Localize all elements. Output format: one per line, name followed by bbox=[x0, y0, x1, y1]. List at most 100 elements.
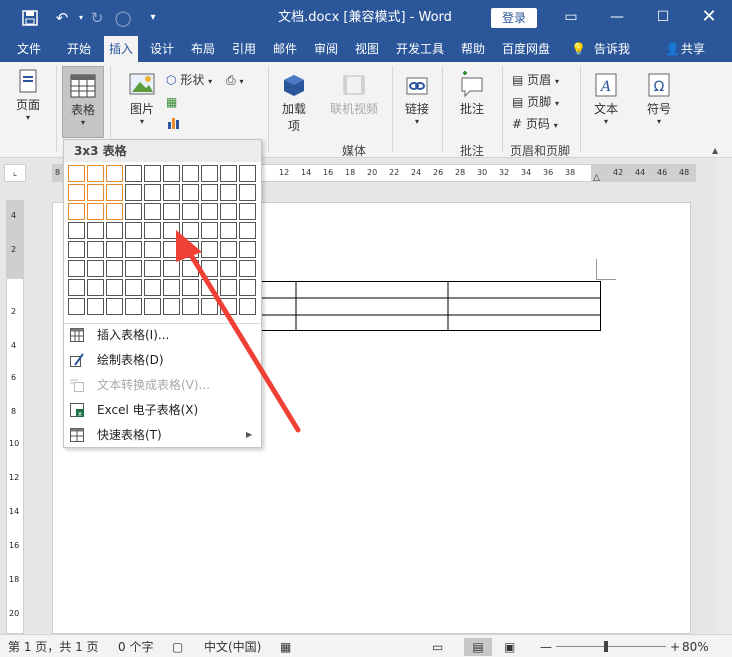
table-grid-cell[interactable] bbox=[163, 260, 180, 277]
word-count[interactable]: 0 个字 bbox=[118, 638, 153, 656]
link-button[interactable]: 链接 ▾ bbox=[398, 70, 436, 126]
table-button[interactable]: 表格 ▾ bbox=[62, 66, 104, 138]
ribbon-display-options-icon[interactable]: ▭ bbox=[548, 0, 594, 36]
table-grid-cell[interactable] bbox=[125, 165, 142, 182]
vertical-ruler[interactable]: 4 2 2 4 6 8 10 12 14 16 18 20 bbox=[6, 200, 24, 634]
save-icon[interactable] bbox=[18, 6, 42, 30]
table-grid-cell[interactable] bbox=[182, 165, 199, 182]
table-grid-cell[interactable] bbox=[163, 241, 180, 258]
add-ins-button[interactable]: 加载 项 bbox=[274, 70, 314, 134]
table-grid-cell[interactable] bbox=[87, 279, 104, 296]
table-grid-cell[interactable] bbox=[239, 298, 256, 315]
table-grid-cell[interactable] bbox=[68, 165, 85, 182]
focus-mode-icon[interactable]: ▭ bbox=[432, 638, 443, 656]
tab-selector-icon[interactable]: ⌞ bbox=[4, 164, 26, 182]
tab-design[interactable]: 设计 bbox=[145, 36, 179, 62]
draw-table-menu-item[interactable]: 绘制表格(D) bbox=[64, 348, 261, 372]
table-grid-cell[interactable] bbox=[144, 260, 161, 277]
table-grid-cell[interactable] bbox=[125, 241, 142, 258]
table-grid-cell[interactable] bbox=[201, 184, 218, 201]
tab-view[interactable]: 视图 bbox=[350, 36, 384, 62]
table-grid-cell[interactable] bbox=[106, 260, 123, 277]
undo-dropdown-icon[interactable]: ▾ bbox=[76, 6, 86, 30]
table-grid-cell[interactable] bbox=[144, 279, 161, 296]
customize-toolbar-icon[interactable]: ▾ bbox=[144, 6, 162, 30]
table-grid-cell[interactable] bbox=[87, 260, 104, 277]
screenshot-button[interactable]: ⎙ ▾ bbox=[226, 70, 243, 90]
table-grid-cell[interactable] bbox=[201, 241, 218, 258]
vertical-scrollbar[interactable] bbox=[716, 158, 732, 634]
table-grid-cell[interactable] bbox=[220, 165, 237, 182]
table-grid-cell[interactable] bbox=[106, 184, 123, 201]
right-indent-marker-icon[interactable]: △ bbox=[593, 173, 600, 183]
tell-me-lightbulb-icon[interactable]: 💡 bbox=[566, 36, 591, 62]
tab-review[interactable]: 审阅 bbox=[309, 36, 343, 62]
zoom-level[interactable]: 80% bbox=[682, 638, 709, 656]
table-grid-cell[interactable] bbox=[125, 298, 142, 315]
language-indicator[interactable]: 中文(中国) bbox=[204, 638, 261, 656]
text-button[interactable]: A 文本 ▾ bbox=[588, 70, 624, 126]
table-grid-cell[interactable] bbox=[182, 241, 199, 258]
page-number-button[interactable]: # 页码 ▾ bbox=[512, 114, 558, 134]
shapes-button[interactable]: ⬡ 形状 ▾ bbox=[166, 70, 212, 90]
table-grid-cell[interactable] bbox=[125, 279, 142, 296]
table-grid-cell[interactable] bbox=[239, 260, 256, 277]
table-grid-cell[interactable] bbox=[239, 165, 256, 182]
table-grid-cell[interactable] bbox=[68, 222, 85, 239]
insert-table-menu-item[interactable]: 插入表格(I)... bbox=[64, 323, 261, 347]
table-grid-cell[interactable] bbox=[163, 203, 180, 220]
table-grid-cell[interactable] bbox=[106, 241, 123, 258]
zoom-in-icon[interactable]: + bbox=[670, 638, 680, 656]
tab-baidu-netdisk[interactable]: 百度网盘 bbox=[497, 36, 555, 62]
table-grid-cell[interactable] bbox=[201, 222, 218, 239]
table-grid-cell[interactable] bbox=[87, 241, 104, 258]
table-grid-cell[interactable] bbox=[220, 184, 237, 201]
table-grid-cell[interactable] bbox=[201, 203, 218, 220]
table-grid-cell[interactable] bbox=[68, 203, 85, 220]
pages-button[interactable]: 页面 ▾ bbox=[8, 66, 48, 122]
page-count[interactable]: 第 1 页，共 1 页 bbox=[8, 638, 99, 656]
table-grid-cell[interactable] bbox=[125, 260, 142, 277]
table-grid-cell[interactable] bbox=[87, 184, 104, 201]
table-grid-cell[interactable] bbox=[220, 279, 237, 296]
online-video-button[interactable]: 联机视频 bbox=[326, 70, 382, 117]
minimize-icon[interactable]: — bbox=[594, 0, 640, 36]
table-grid-cell[interactable] bbox=[163, 165, 180, 182]
maximize-icon[interactable]: ☐ bbox=[640, 0, 686, 36]
table-grid-cell[interactable] bbox=[239, 222, 256, 239]
table-grid-cell[interactable] bbox=[163, 298, 180, 315]
table-grid-cell[interactable] bbox=[68, 279, 85, 296]
table-grid-cell[interactable] bbox=[201, 260, 218, 277]
table-grid-cell[interactable] bbox=[201, 298, 218, 315]
tab-share[interactable]: 共享 bbox=[676, 36, 710, 62]
tab-tell-me[interactable]: 告诉我 bbox=[589, 36, 635, 62]
tab-insert[interactable]: 插入 bbox=[104, 36, 139, 62]
table-grid-cell[interactable] bbox=[239, 241, 256, 258]
smartart-icon[interactable]: ▦ bbox=[166, 92, 177, 112]
table-grid-cell[interactable] bbox=[220, 222, 237, 239]
table-grid-cell[interactable] bbox=[106, 279, 123, 296]
pictures-button[interactable]: 图片 ▾ bbox=[122, 70, 162, 126]
table-grid-cell[interactable] bbox=[144, 298, 161, 315]
convert-text-to-table-menu-item[interactable]: 文本转换成表格(V)... bbox=[64, 373, 261, 397]
zoom-slider[interactable] bbox=[556, 646, 666, 647]
zoom-slider-thumb[interactable] bbox=[604, 641, 608, 652]
chart-icon[interactable] bbox=[166, 114, 182, 134]
symbols-button[interactable]: Ω 符号 ▾ bbox=[640, 70, 678, 126]
table-grid-cell[interactable] bbox=[220, 260, 237, 277]
table-grid-cell[interactable] bbox=[125, 203, 142, 220]
web-layout-icon[interactable]: ▣ bbox=[504, 638, 515, 656]
table-grid-cell[interactable] bbox=[239, 184, 256, 201]
print-layout-icon[interactable]: ▤ bbox=[464, 638, 492, 656]
table-grid-cell[interactable] bbox=[182, 279, 199, 296]
table-grid-cell[interactable] bbox=[182, 222, 199, 239]
redo-icon[interactable]: ↻ bbox=[86, 6, 108, 30]
table-grid-cell[interactable] bbox=[239, 279, 256, 296]
table-grid-cell[interactable] bbox=[68, 241, 85, 258]
tab-layout[interactable]: 布局 bbox=[186, 36, 220, 62]
table-grid-cell[interactable] bbox=[144, 184, 161, 201]
tab-mailings[interactable]: 邮件 bbox=[268, 36, 302, 62]
zoom-out-icon[interactable]: — bbox=[540, 638, 552, 656]
table-grid-cell[interactable] bbox=[87, 298, 104, 315]
table-grid-cell[interactable] bbox=[201, 279, 218, 296]
